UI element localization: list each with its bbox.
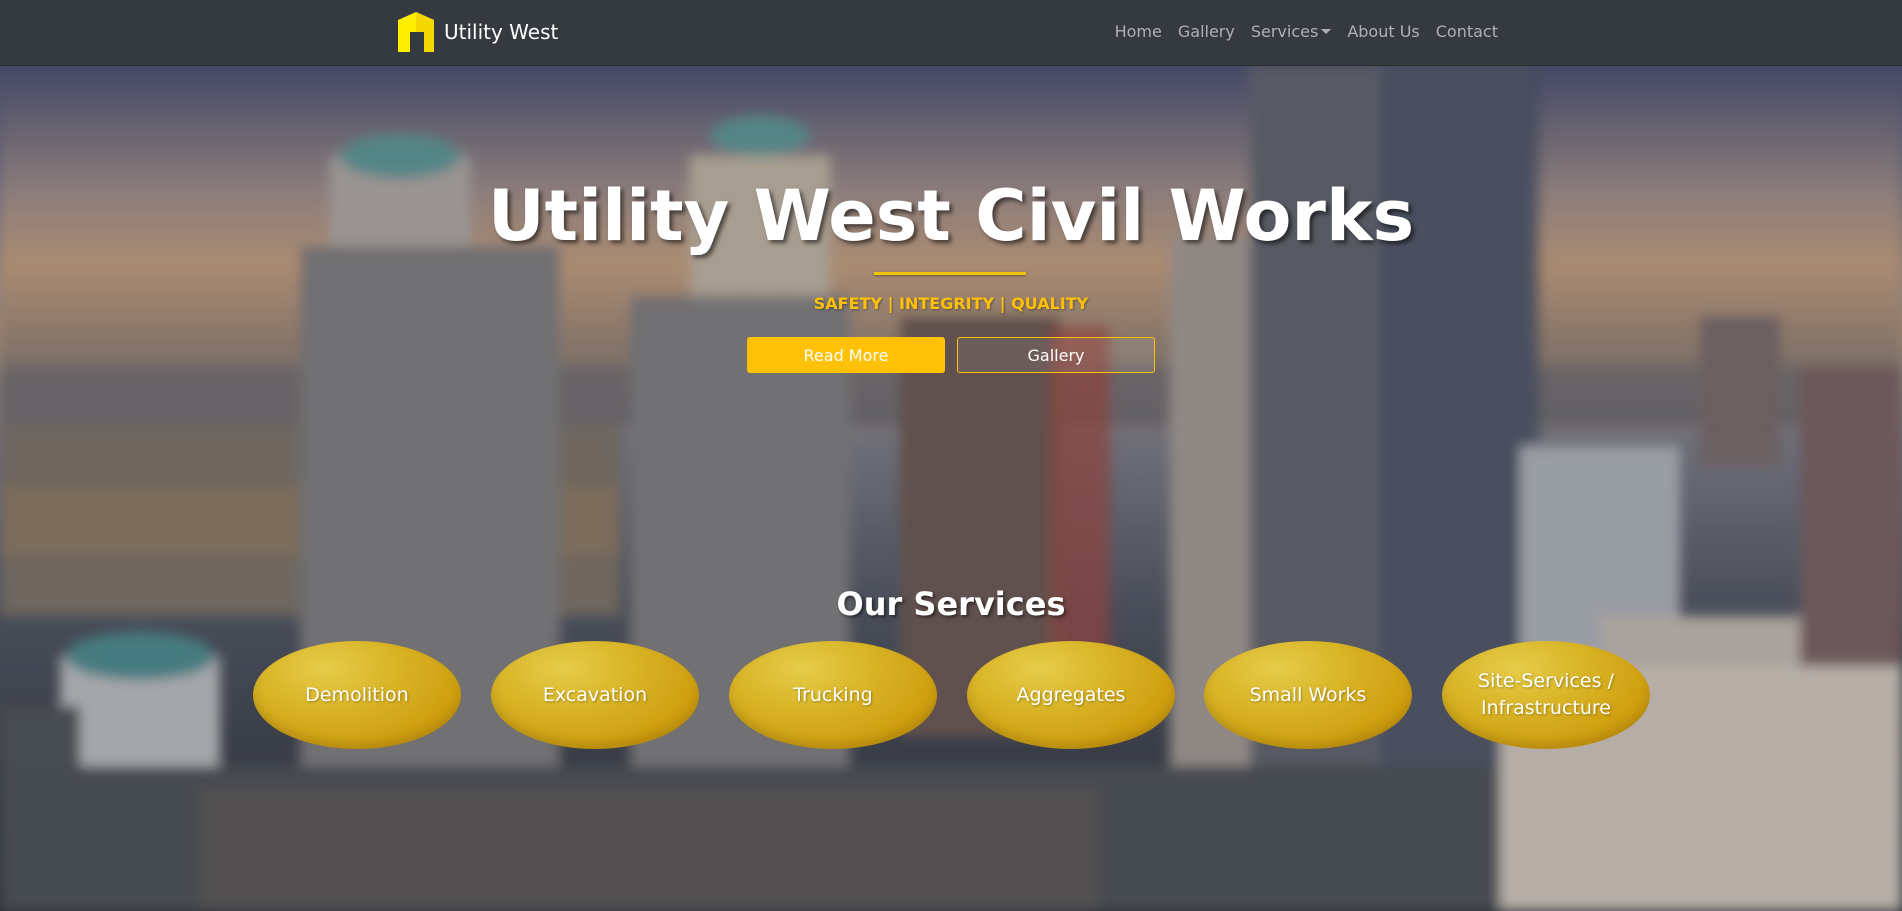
title-divider: [874, 272, 1026, 275]
nav-menu: Home Gallery Services About Us Contact: [1115, 22, 1498, 41]
service-excavation[interactable]: Excavation: [491, 641, 699, 749]
brand-logo-icon: [398, 12, 434, 52]
read-more-button[interactable]: Read More: [747, 337, 945, 373]
nav-home[interactable]: Home: [1115, 22, 1162, 41]
caret-down-icon: [1321, 29, 1332, 34]
nav-services-dropdown[interactable]: Services: [1250, 22, 1332, 41]
service-aggregates[interactable]: Aggregates: [967, 641, 1175, 749]
hero-title: Utility West Civil Works: [487, 175, 1415, 257]
service-demolition[interactable]: Demolition: [253, 641, 461, 749]
nav-gallery[interactable]: Gallery: [1178, 22, 1235, 41]
hero-tagline: SAFETY | INTEGRITY | QUALITY: [813, 294, 1089, 313]
navbar: Utility West Home Gallery Services About…: [0, 0, 1902, 66]
brand-link[interactable]: Utility West: [396, 12, 558, 52]
brand-name: Utility West: [444, 20, 559, 44]
nav-services-label: Services: [1250, 22, 1319, 41]
service-site-services-infrastructure[interactable]: Site-Services / Infrastructure: [1442, 641, 1650, 749]
services-heading: Our Services: [836, 585, 1066, 623]
service-small-works[interactable]: Small Works: [1204, 641, 1412, 749]
service-trucking[interactable]: Trucking: [729, 641, 937, 749]
gallery-button[interactable]: Gallery: [957, 337, 1155, 373]
nav-about[interactable]: About Us: [1347, 22, 1419, 41]
nav-contact[interactable]: Contact: [1436, 22, 1498, 41]
